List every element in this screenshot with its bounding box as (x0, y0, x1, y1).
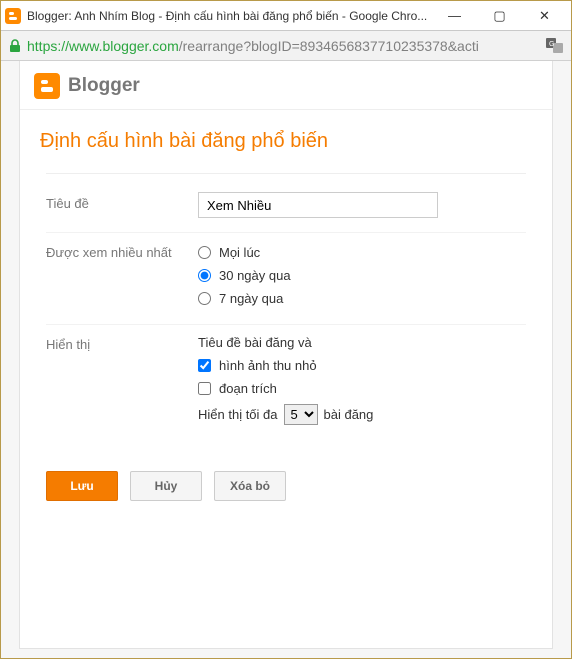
browser-window: Blogger: Anh Nhím Blog - Định cấu hình b… (0, 0, 572, 659)
row-display: Hiển thị Tiêu đề bài đăng và hình ảnh th… (46, 324, 526, 439)
url-host: ://www.blogger.com (57, 38, 178, 54)
address-bar[interactable]: https://www.blogger.com/rearrange?blogID… (1, 31, 571, 61)
row-title: Tiêu đề (46, 173, 526, 232)
radio-all-time-label: Mọi lúc (219, 245, 260, 260)
max-prefix: Hiển thị tối đa (198, 407, 278, 422)
blogger-logo-icon (34, 73, 60, 99)
brand-name: Blogger (68, 75, 140, 97)
url-text: https://www.blogger.com/rearrange?blogID… (27, 38, 545, 54)
save-button[interactable]: Lưu (46, 471, 118, 501)
url-protocol: https (27, 38, 57, 54)
page-title: Định cấu hình bài đăng phổ biến (20, 118, 552, 173)
radio-30-days-input[interactable] (198, 269, 211, 282)
cancel-button[interactable]: Hủy (130, 471, 202, 501)
titlebar: Blogger: Anh Nhím Blog - Định cấu hình b… (1, 1, 571, 31)
remove-button[interactable]: Xóa bỏ (214, 471, 286, 501)
radio-7-days[interactable]: 7 ngày qua (198, 287, 526, 310)
checkbox-thumbnail-input[interactable] (198, 359, 211, 372)
title-input[interactable] (198, 192, 438, 218)
divider (20, 109, 552, 110)
max-posts-line: Hiển thị tối đa 5 bài đăng (198, 400, 526, 425)
radio-30-days[interactable]: 30 ngày qua (198, 264, 526, 287)
radio-all-time[interactable]: Mọi lúc (198, 241, 526, 264)
label-display: Hiển thị (46, 333, 198, 352)
close-button[interactable]: ✕ (522, 2, 567, 30)
lock-icon (7, 38, 23, 54)
checkbox-snippet-label: đoạn trích (219, 381, 277, 396)
checkbox-snippet[interactable]: đoạn trích (198, 377, 526, 400)
radio-all-time-input[interactable] (198, 246, 211, 259)
minimize-button[interactable]: — (432, 2, 477, 30)
display-heading: Tiêu đề bài đăng và (198, 333, 526, 354)
button-row: Lưu Hủy Xóa bỏ (20, 459, 552, 513)
label-most-viewed: Được xem nhiều nhất (46, 241, 198, 260)
widget-panel: Blogger Định cấu hình bài đăng phổ biến … (19, 61, 553, 649)
label-title: Tiêu đề (46, 192, 198, 211)
radio-7-days-input[interactable] (198, 292, 211, 305)
radio-30-days-label: 30 ngày qua (219, 268, 291, 283)
url-path: /rearrange?blogID=8934656837710235378&ac… (179, 38, 479, 54)
brand-header: Blogger (20, 61, 552, 109)
favicon-blogger-icon (5, 8, 21, 24)
content-area: Blogger Định cấu hình bài đăng phổ biến … (1, 61, 571, 658)
checkbox-thumbnail-label: hình ảnh thu nhỏ (219, 358, 317, 373)
window-controls: — ▢ ✕ (432, 2, 567, 30)
window-title: Blogger: Anh Nhím Blog - Định cấu hình b… (27, 9, 432, 23)
radio-7-days-label: 7 ngày qua (219, 291, 283, 306)
max-suffix: bài đăng (324, 407, 374, 422)
checkbox-snippet-input[interactable] (198, 382, 211, 395)
config-form: Tiêu đề Được xem nhiều nhất Mọi lúc (20, 173, 552, 459)
max-posts-select[interactable]: 5 (284, 404, 318, 425)
maximize-button[interactable]: ▢ (477, 2, 522, 30)
translate-icon[interactable]: G (545, 37, 565, 55)
checkbox-thumbnail[interactable]: hình ảnh thu nhỏ (198, 354, 526, 377)
row-most-viewed: Được xem nhiều nhất Mọi lúc 30 ngày qua (46, 232, 526, 324)
svg-text:G: G (549, 41, 554, 48)
